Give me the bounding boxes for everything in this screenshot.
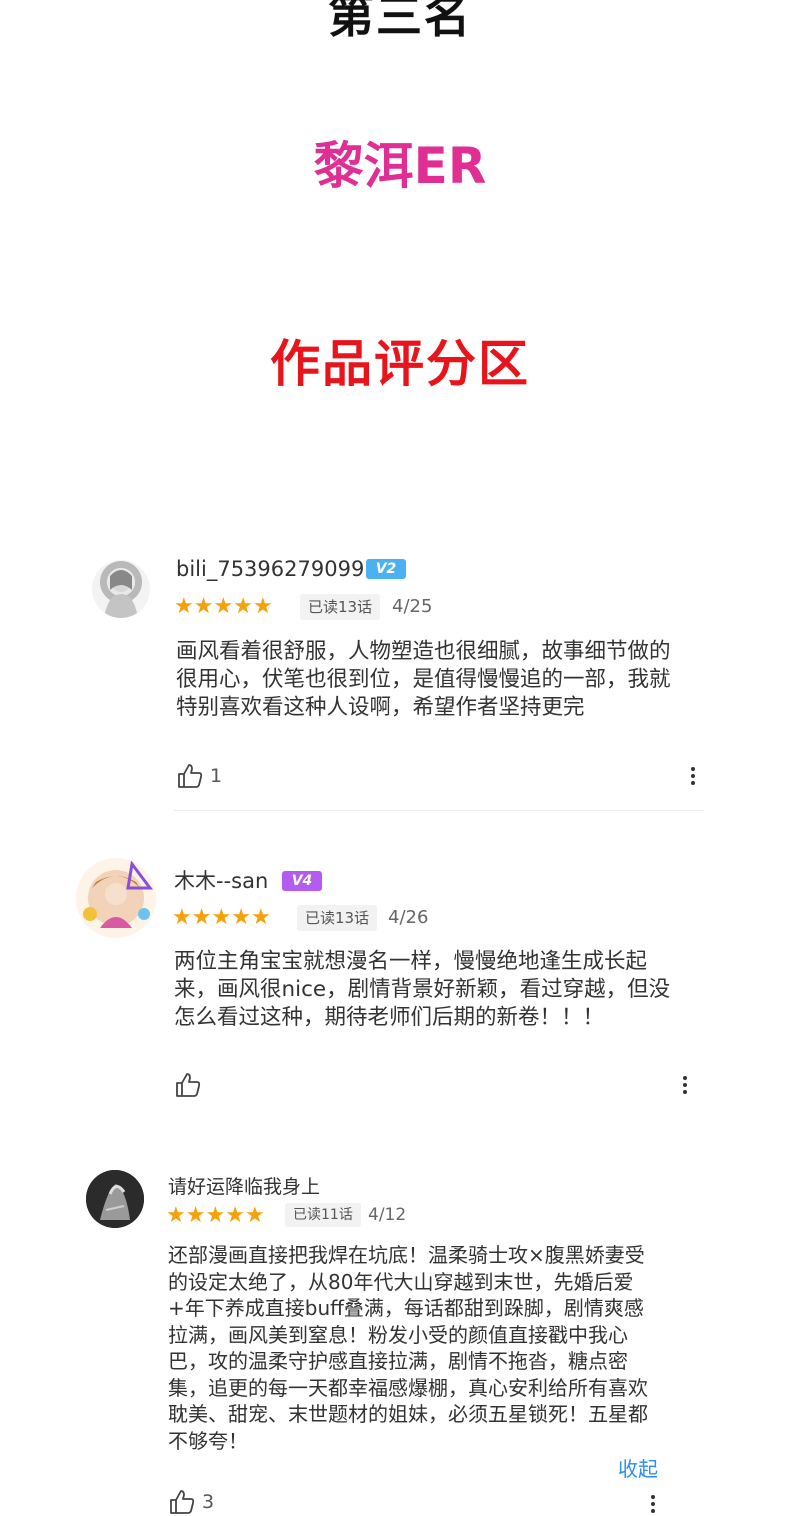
star-icon: ★ bbox=[244, 1203, 265, 1228]
divider bbox=[174, 810, 704, 811]
star-icon: ★ bbox=[205, 1203, 226, 1228]
avatar[interactable] bbox=[92, 560, 150, 618]
username[interactable]: bili_75396279099 bbox=[176, 556, 364, 582]
star-icon: ★ bbox=[211, 905, 232, 930]
avatar-image bbox=[83, 860, 153, 928]
section-title: 作品评分区 bbox=[270, 335, 530, 393]
star-icon: ★ bbox=[172, 905, 192, 930]
author-name: 黎洱ER bbox=[313, 137, 487, 195]
star-icon: ★ bbox=[225, 1203, 245, 1228]
star-icon: ★ bbox=[213, 594, 234, 619]
more-options-icon[interactable] bbox=[682, 1073, 688, 1097]
collapse-link[interactable]: 收起 bbox=[618, 1456, 658, 1482]
level-badge: V2 bbox=[366, 559, 406, 579]
avatar-image bbox=[86, 1170, 144, 1228]
rating-stars: ★★★★★ bbox=[172, 906, 271, 930]
star-icon: ★ bbox=[185, 1203, 206, 1228]
more-options-icon[interactable] bbox=[690, 764, 696, 788]
star-icon: ★ bbox=[252, 594, 273, 619]
star-icon: ★ bbox=[250, 905, 271, 930]
username[interactable]: 请好运降临我身上 bbox=[168, 1174, 320, 1200]
review-date: 4/12 bbox=[368, 1205, 407, 1225]
star-icon: ★ bbox=[193, 594, 214, 619]
more-options-icon[interactable] bbox=[650, 1492, 656, 1516]
like-button[interactable]: 1 bbox=[176, 762, 222, 790]
avatar[interactable] bbox=[76, 858, 156, 938]
thumbs-up-icon bbox=[176, 1073, 201, 1097]
read-progress-tag: 已读13话 bbox=[297, 905, 378, 931]
review-text: 还部漫画直接把我焊在坑底！温柔骑士攻×腹黑娇妻受的设定太绝了，从80年代大山穿越… bbox=[168, 1243, 648, 1453]
avatar-image bbox=[104, 570, 138, 618]
star-icon: ★ bbox=[166, 1203, 186, 1228]
rating-stars: ★★★★★ bbox=[174, 595, 273, 619]
rating-stars: ★★★★★ bbox=[166, 1204, 265, 1228]
review-date: 4/25 bbox=[392, 596, 433, 617]
username[interactable]: 木木--san bbox=[174, 868, 268, 894]
star-icon: ★ bbox=[233, 594, 253, 619]
like-button[interactable] bbox=[174, 1071, 208, 1099]
like-count: 3 bbox=[202, 1491, 215, 1513]
rank-title: 第三名 bbox=[328, 0, 472, 43]
read-progress-tag: 已读13话 bbox=[300, 594, 381, 620]
star-icon: ★ bbox=[174, 594, 194, 619]
review-text: 画风看着很舒服，人物塑造也很细腻，故事细节做的很用心，伏笔也很到位，是值得慢慢追… bbox=[176, 639, 671, 720]
thumbs-up-icon bbox=[178, 764, 203, 788]
avatar[interactable] bbox=[86, 1170, 144, 1228]
like-count: 1 bbox=[210, 765, 223, 787]
star-icon: ★ bbox=[231, 905, 251, 930]
review-text: 两位主角宝宝就想漫名一样，慢慢绝地逢生成长起来，画风很nice，剧情背景好新颖，… bbox=[174, 949, 671, 1030]
like-button[interactable]: 3 bbox=[168, 1488, 214, 1516]
star-icon: ★ bbox=[191, 905, 212, 930]
read-progress-tag: 已读11话 bbox=[285, 1203, 361, 1227]
level-badge: V4 bbox=[282, 871, 322, 891]
thumbs-up-icon bbox=[170, 1490, 195, 1514]
review-date: 4/26 bbox=[388, 907, 429, 928]
